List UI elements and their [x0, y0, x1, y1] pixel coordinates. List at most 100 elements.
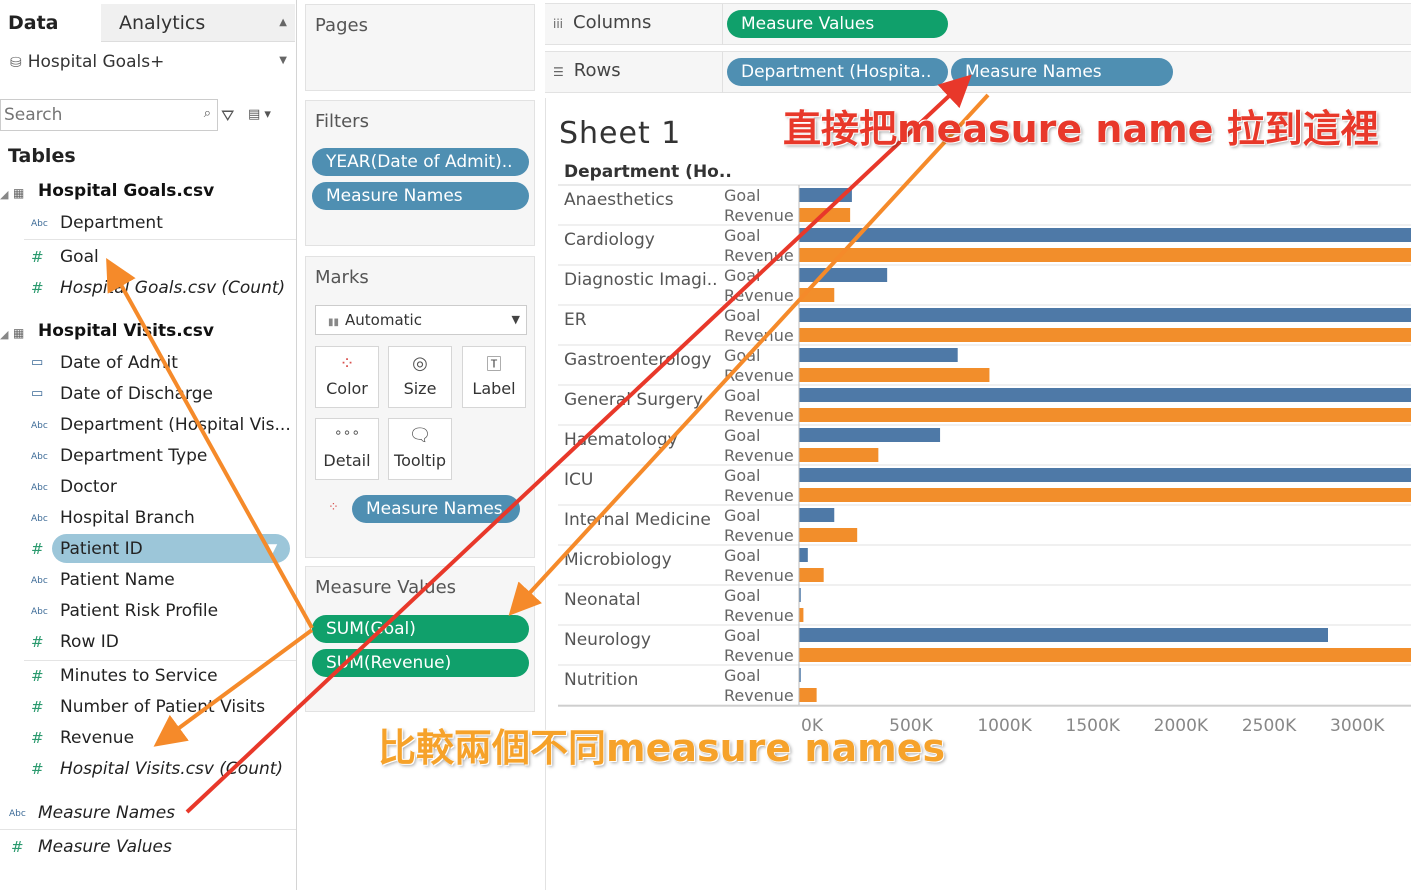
filters-shelf[interactable]: Filters YEAR(Date of Admit).. Measure Na… — [305, 100, 535, 246]
field-revenue[interactable]: Revenue — [60, 728, 134, 748]
detail-icon: ∘∘∘ — [333, 425, 361, 441]
category-label: Microbiology — [564, 550, 672, 570]
table-hospital-visits[interactable]: Hospital Visits.csv — [38, 321, 214, 341]
marks-pill-measure-names[interactable]: Measure Names — [352, 495, 520, 523]
field-doctor[interactable]: Doctor — [60, 477, 117, 497]
field-hospital-branch[interactable]: Hospital Branch — [60, 508, 195, 528]
field-department-type[interactable]: Department Type — [60, 446, 207, 466]
table-icon: ▦ — [13, 186, 25, 200]
divider — [24, 239, 296, 240]
date-type-icon: ▭ — [31, 386, 44, 401]
field-row-id[interactable]: Row ID — [60, 632, 119, 652]
measure-pill-sum-revenue[interactable]: SUM(Revenue) — [312, 649, 529, 677]
category-label: Haematology — [564, 430, 678, 450]
tables-heading: Tables — [8, 145, 76, 167]
rows-shelf[interactable]: ☰ Rows Department (Hospita.. Measure Name… — [545, 51, 1411, 93]
bar-goal — [799, 228, 1411, 242]
bar-revenue — [799, 288, 835, 302]
field-department[interactable]: Department — [60, 213, 163, 233]
measure-name-label: Revenue — [724, 646, 794, 665]
measure-name-label: Revenue — [724, 246, 794, 265]
marks-tooltip-button[interactable]: 🗨 Tooltip — [388, 418, 452, 480]
category-label: Gastroenterology — [564, 350, 711, 370]
marks-card[interactable]: Marks ▮▮ Automatic ▼ ⁘ Color ◎ Size 🅃 Lab… — [305, 256, 535, 558]
bar-goal — [799, 428, 941, 442]
string-type-icon: Abc — [31, 607, 48, 617]
field-patient-id[interactable]: Patient ID — [60, 539, 143, 559]
bar-revenue — [799, 608, 804, 622]
rows-label: ☰ Rows — [553, 60, 621, 81]
mark-type-dropdown[interactable]: ▮▮ Automatic ▼ — [315, 305, 527, 335]
tab-analytics[interactable]: Analytics ▲ ▼ — [101, 4, 295, 66]
filter-pill-year-date-of-admit[interactable]: YEAR(Date of Admit).. — [312, 148, 529, 176]
measure-name-label: Goal — [724, 186, 760, 205]
pages-shelf[interactable]: Pages — [305, 4, 535, 91]
rows-pill-measure-names[interactable]: Measure Names — [951, 58, 1173, 86]
search-box[interactable]: ⌕ — [0, 99, 218, 131]
marks-title: Marks — [315, 267, 369, 288]
collapse-caret-icon[interactable]: ◢ — [0, 188, 8, 201]
bar-revenue — [799, 688, 817, 702]
bar-chart[interactable]: Anaesthetics GoalRevenueCardiology GoalRev… — [546, 98, 1411, 758]
field-goal[interactable]: Goal — [60, 247, 99, 267]
measure-values-title: Measure Values — [315, 577, 457, 598]
sort-arrows-icon[interactable]: ▲ ▼ — [279, 4, 287, 80]
columns-icon: iii — [553, 17, 564, 31]
view-options-icon[interactable]: ▤ ▾ — [248, 107, 271, 122]
category-label: Nutrition — [564, 670, 638, 690]
measure-name-label: Revenue — [724, 206, 794, 225]
marks-label-button[interactable]: 🅃 Label — [462, 346, 526, 408]
columns-label: iii Columns — [553, 12, 652, 33]
search-icon[interactable]: ⌕ — [204, 106, 211, 121]
columns-pill-measure-values[interactable]: Measure Values — [727, 10, 948, 38]
collapse-caret-icon[interactable]: ◢ — [0, 328, 8, 341]
measure-name-label: Goal — [724, 506, 760, 525]
field-patient-name[interactable]: Patient Name — [60, 570, 175, 590]
field-measure-names[interactable]: Measure Names — [38, 803, 175, 823]
columns-shelf[interactable]: iii Columns Measure Values — [545, 3, 1411, 45]
measure-name-label: Goal — [724, 586, 760, 605]
tab-data[interactable]: Data — [0, 4, 108, 42]
field-department-hospital-visits[interactable]: Department (Hospital Vis... — [60, 415, 291, 435]
chevron-down-icon[interactable]: ▼ — [512, 306, 520, 334]
filter-pill-measure-names[interactable]: Measure Names — [312, 182, 529, 210]
marks-size-button[interactable]: ◎ Size — [388, 346, 452, 408]
field-date-of-discharge[interactable]: Date of Discharge — [60, 384, 213, 404]
category-label: Internal Medicine — [564, 510, 711, 530]
datasource-name[interactable]: Hospital Goals+ — [28, 52, 165, 72]
field-patient-risk-profile[interactable]: Patient Risk Profile — [60, 601, 218, 621]
category-label: Neonatal — [564, 590, 641, 610]
tab-analytics-label[interactable]: Analytics — [119, 12, 205, 34]
measure-name-label: Revenue — [724, 606, 794, 625]
field-measure-values[interactable]: Measure Values — [38, 837, 172, 857]
field-hospital-visits-count[interactable]: Hospital Visits.csv (Count) — [60, 759, 283, 779]
x-tick-label: 2000K — [1154, 716, 1209, 736]
measure-name-label: Goal — [724, 226, 760, 245]
field-minutes-to-service[interactable]: Minutes to Service — [60, 666, 218, 686]
search-input[interactable] — [1, 100, 186, 130]
bar-goal — [799, 508, 835, 522]
measure-pill-sum-goal[interactable]: SUM(Goal) — [312, 615, 529, 643]
field-hospital-goals-count[interactable]: Hospital Goals.csv (Count) — [60, 278, 285, 298]
mark-type-value[interactable]: Automatic — [345, 311, 422, 329]
measure-name-label: Goal — [724, 346, 760, 365]
field-menu-caret-icon[interactable]: ▼ — [268, 541, 277, 555]
field-number-of-patient-visits[interactable]: Number of Patient Visits — [60, 697, 265, 717]
rows-icon: ☰ — [553, 65, 564, 79]
measure-name-label: Revenue — [724, 486, 794, 505]
color-encoding-icon: ⁘ — [328, 500, 339, 515]
string-type-icon: Abc — [31, 576, 48, 586]
marks-detail-button[interactable]: ∘∘∘ Detail — [315, 418, 379, 480]
measure-values-card[interactable]: Measure Values SUM(Goal) SUM(Revenue) — [305, 566, 535, 712]
category-label: Neurology — [564, 630, 651, 650]
datasource[interactable]: ⛁ Hospital Goals+ — [10, 52, 164, 72]
measure-name-label: Goal — [724, 426, 760, 445]
rows-pill-department[interactable]: Department (Hospita.. — [727, 58, 948, 86]
filter-icon[interactable]: ⛛ — [221, 106, 234, 126]
field-date-of-admit[interactable]: Date of Admit — [60, 353, 178, 373]
marks-color-button[interactable]: ⁘ Color — [315, 346, 379, 408]
string-type-icon: Abc — [31, 514, 48, 524]
table-hospital-goals[interactable]: Hospital Goals.csv — [38, 181, 214, 201]
measure-name-label: Goal — [724, 666, 760, 685]
marks-size-label: Size — [403, 379, 437, 398]
